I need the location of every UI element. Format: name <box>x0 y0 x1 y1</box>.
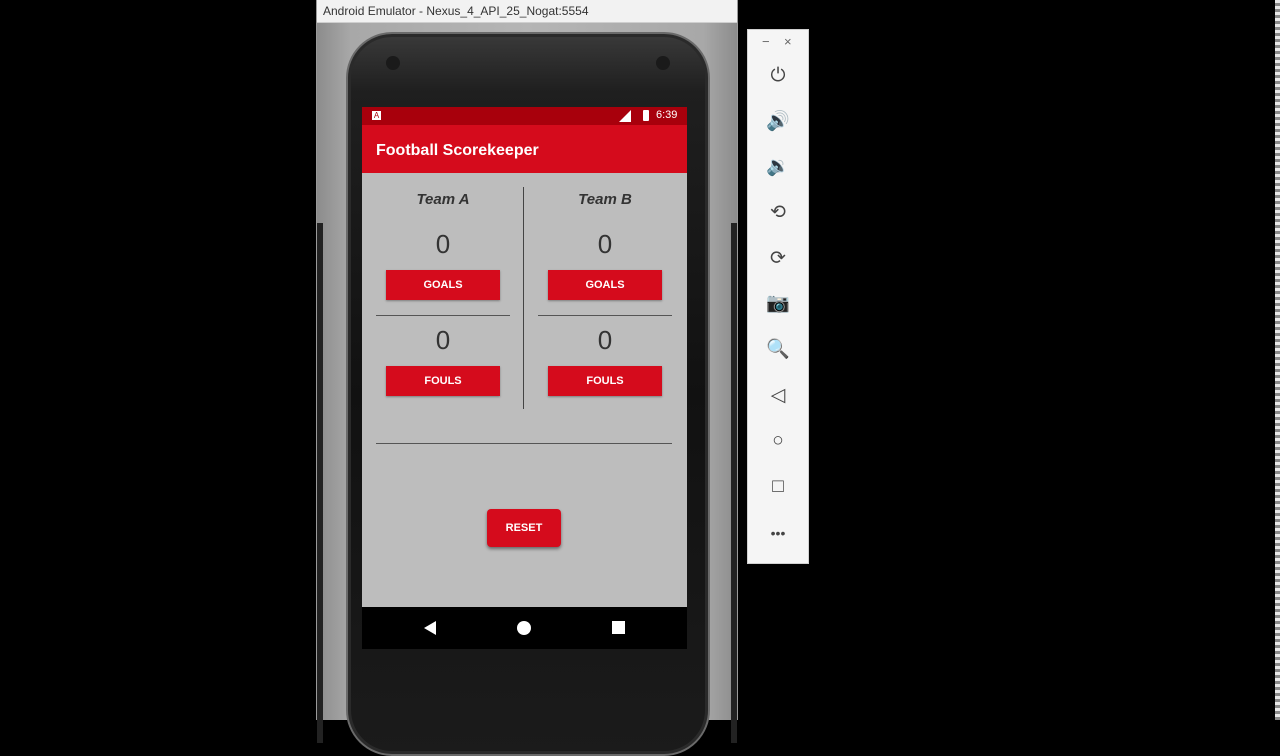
nav-recents-icon[interactable] <box>612 621 625 634</box>
signal-icon <box>619 110 631 122</box>
team-b-fouls-score: 0 <box>597 325 613 355</box>
rotate-left-icon[interactable]: ⟲ <box>763 198 793 228</box>
close-button[interactable]: × <box>784 34 792 49</box>
reset-button[interactable]: RESET <box>487 509 561 547</box>
team-a-goals-score: 0 <box>435 229 451 259</box>
team-a-divider <box>376 315 510 316</box>
team-b-goals-score: 0 <box>597 229 613 259</box>
more-icon[interactable]: ••• <box>763 518 793 548</box>
nav-home-icon[interactable] <box>517 621 531 635</box>
battery-icon <box>643 110 649 121</box>
volume-down-icon[interactable]: 🔉 <box>763 152 793 182</box>
minimize-button[interactable]: − <box>762 34 770 49</box>
overview-icon[interactable]: □ <box>763 472 793 502</box>
team-b-column: Team B 0 GOALS 0 FOULS <box>524 173 686 413</box>
team-a-fouls-score: 0 <box>435 325 451 355</box>
emulator-titlebar[interactable]: Android Emulator - Nexus_4_API_25_Nogat:… <box>317 0 737 23</box>
phone-sensor <box>386 56 400 70</box>
zoom-icon[interactable]: 🔍 <box>763 335 793 365</box>
emulator-right-edge <box>731 223 737 743</box>
app-title: Football Scorekeeper <box>376 142 539 159</box>
volume-up-icon[interactable]: 🔊 <box>763 107 793 137</box>
team-a-column: Team A 0 GOALS 0 FOULS <box>362 173 524 413</box>
team-b-name: Team B <box>578 191 632 208</box>
status-bar: A 6:39 <box>362 107 687 125</box>
status-time: 6:39 <box>656 109 678 121</box>
emulator-toolbar: − × ⏻ 🔊 🔉 ⟲ ⟳ 📷 🔍 ◁ ○ □ ••• <box>747 29 809 564</box>
navigation-bar <box>362 607 687 649</box>
team-a-goals-button[interactable]: GOALS <box>386 270 500 300</box>
notification-icon: A <box>372 111 381 120</box>
team-b-divider <box>538 315 672 316</box>
emulator-title: Android Emulator - Nexus_4_API_25_Nogat:… <box>323 4 589 18</box>
team-b-goals-button[interactable]: GOALS <box>548 270 662 300</box>
team-a-name: Team A <box>416 191 470 208</box>
bottom-divider <box>376 443 672 444</box>
team-a-fouls-button[interactable]: FOULS <box>386 366 500 396</box>
emulator-left-edge <box>317 223 323 743</box>
app-bar: Football Scorekeeper <box>362 125 687 173</box>
power-icon[interactable]: ⏻ <box>763 61 793 91</box>
camera-icon[interactable]: 📷 <box>763 289 793 319</box>
phone-camera <box>656 56 670 70</box>
rotate-right-icon[interactable]: ⟳ <box>763 244 793 274</box>
team-b-fouls-button[interactable]: FOULS <box>548 366 662 396</box>
home-icon[interactable]: ○ <box>763 426 793 456</box>
back-icon[interactable]: ◁ <box>763 381 793 411</box>
device-screen: A 6:39 Football Scorekeeper Team A 0 GOA… <box>362 107 687 649</box>
nav-back-icon[interactable] <box>424 621 436 635</box>
screen-edge-strip <box>1275 0 1280 720</box>
